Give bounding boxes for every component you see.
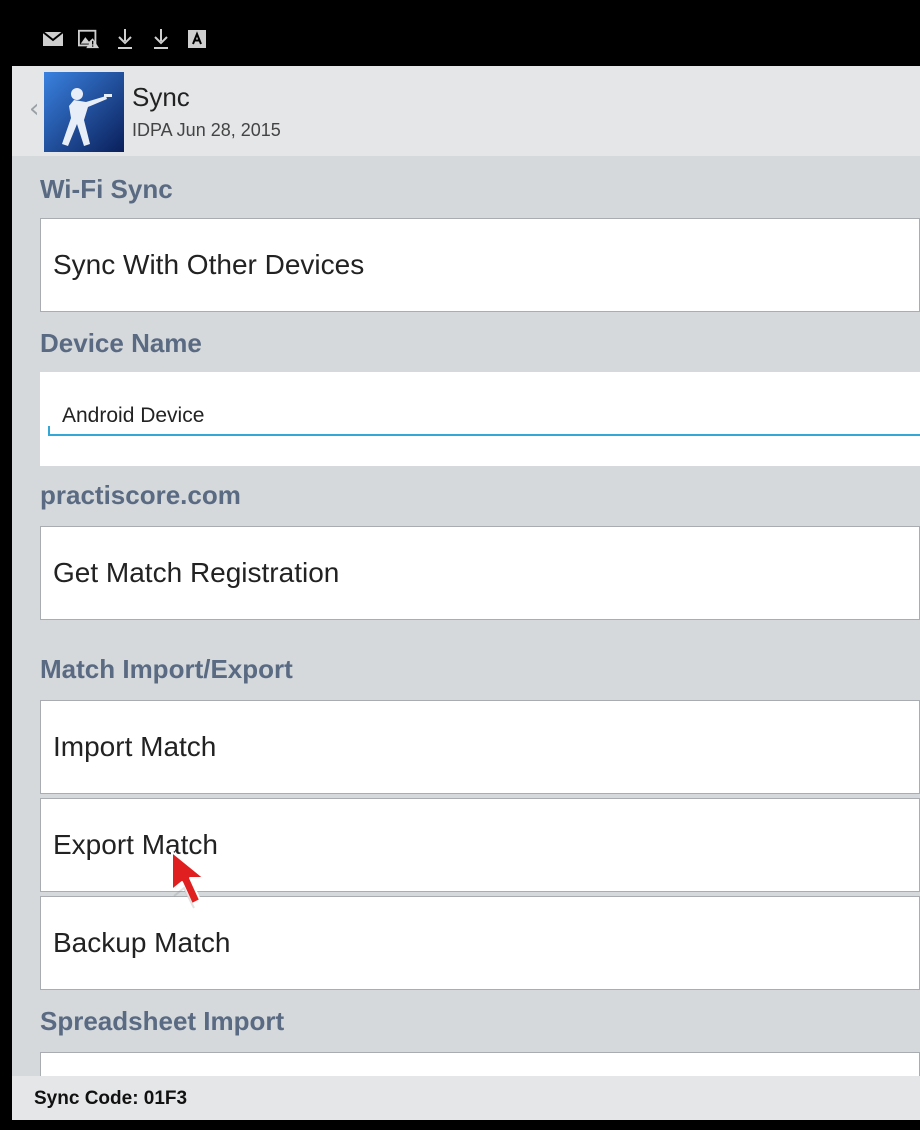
footer-bar: Sync Code: 01F3 xyxy=(12,1076,920,1120)
app-logo[interactable] xyxy=(44,72,124,152)
item-label: Backup Match xyxy=(53,927,231,958)
screen-subtitle: IDPA Jun 28, 2015 xyxy=(132,120,281,140)
action-bar: ‹ Sync IDPA Jun 28, 2015 xyxy=(12,66,920,156)
get-match-registration-item[interactable]: Get Match Registration xyxy=(40,526,920,620)
item-label: Get Match Registration xyxy=(53,557,340,588)
section-header-practiscore: practiscore.com xyxy=(40,480,241,510)
device-name-value: Android Device xyxy=(62,404,205,427)
chevron-left-icon[interactable]: ‹ xyxy=(29,96,39,122)
device-name-field[interactable]: Android Device xyxy=(40,372,920,466)
screen-title: Sync xyxy=(132,82,190,112)
app-screen: ‹ Sync IDPA Jun 28, 2015 Wi-Fi Sync Sync… xyxy=(12,66,920,1120)
keyboard-a-icon xyxy=(186,28,208,50)
item-label: Sync With Other Devices xyxy=(53,249,365,280)
sync-code-label: Sync Code: 01F3 xyxy=(34,1088,188,1109)
section-header-match-import-export: Match Import/Export xyxy=(40,654,293,684)
section-header-spreadsheet-import: Spreadsheet Import xyxy=(40,1006,285,1036)
mail-icon xyxy=(42,28,64,50)
download-icon xyxy=(114,28,136,50)
sync-with-other-devices-item[interactable]: Sync With Other Devices xyxy=(40,218,920,312)
device-frame: ‹ Sync IDPA Jun 28, 2015 Wi-Fi Sync Sync… xyxy=(0,0,920,1130)
status-bar xyxy=(12,10,920,66)
spreadsheet-import-item[interactable] xyxy=(40,1052,920,1076)
item-label: Import Match xyxy=(53,731,217,762)
image-warning-icon xyxy=(78,28,100,50)
section-header-wifi-sync: Wi-Fi Sync xyxy=(40,174,173,204)
section-header-device-name: Device Name xyxy=(40,328,202,358)
input-underline xyxy=(48,434,920,436)
mouse-cursor-icon xyxy=(171,851,205,909)
import-match-item[interactable]: Import Match xyxy=(40,700,920,794)
download-icon xyxy=(150,28,172,50)
